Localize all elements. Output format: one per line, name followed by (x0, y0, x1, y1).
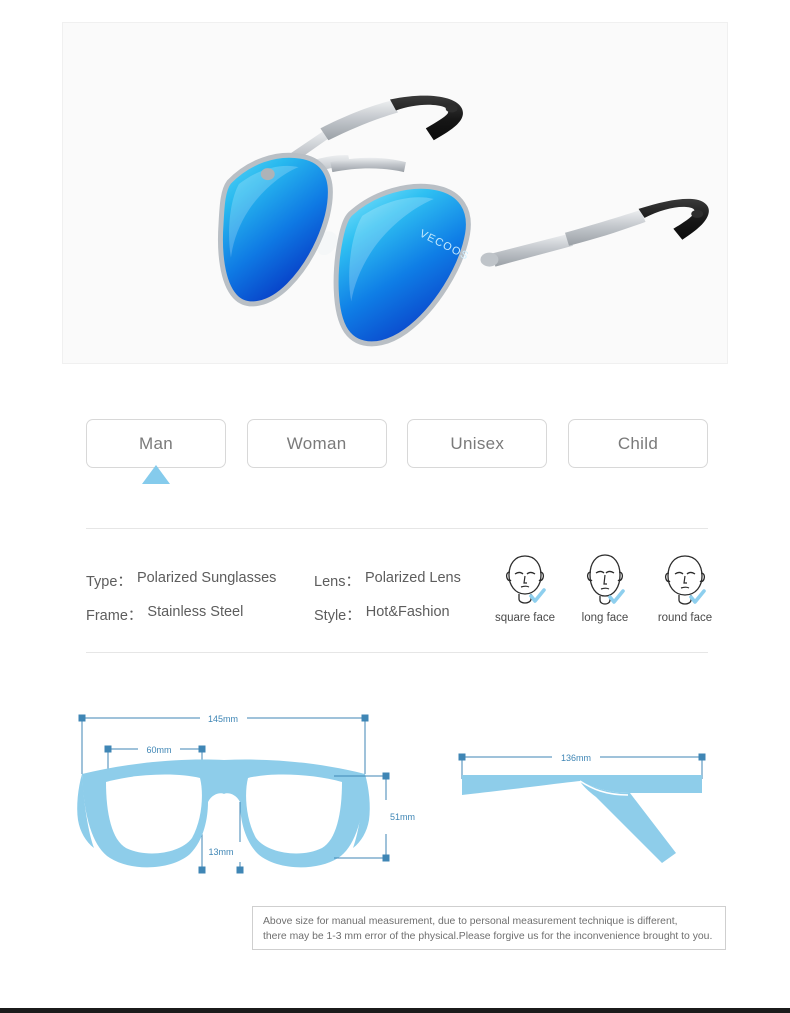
spec-type-value: Polarized Sunglasses (136, 570, 277, 586)
gender-tabs: Man Woman Unisex Child (86, 419, 708, 484)
dimension-bridge: 13mm (208, 847, 233, 857)
tab-child-label: Child (617, 433, 659, 453)
face-shape-round-label: round face (657, 612, 713, 624)
dimension-temple-length: 136mm (561, 753, 591, 763)
face-shape-round: round face (649, 552, 721, 624)
dimension-lens-height: 51mm (390, 812, 415, 822)
page-bottom-bar (0, 1008, 790, 1013)
disclaimer-line-1: Above size for manual measurement, due t… (263, 916, 678, 927)
dimension-total-width: 145mm (208, 714, 238, 724)
spec-frame-key: Frame： (86, 608, 143, 624)
spec-row: Type： Polarized Sunglasses Lens： Polariz… (86, 570, 506, 591)
face-shape-list: square face long face round face (489, 552, 721, 624)
sunglasses-product-image: VECOOS (63, 23, 727, 363)
tab-woman-label: Woman (286, 433, 347, 453)
face-shape-long: long face (569, 552, 641, 624)
active-tab-pointer-icon (142, 465, 170, 484)
spec-type: Type： Polarized Sunglasses (86, 570, 314, 591)
divider-bottom (86, 652, 708, 653)
spec-type-key: Type： (86, 574, 132, 590)
spec-style-value: Hot&Fashion (365, 604, 450, 620)
spec-style-key: Style： (314, 608, 361, 624)
tab-unisex[interactable]: Unisex (407, 419, 548, 468)
product-image-panel: VECOOS (62, 22, 728, 364)
tab-unisex-label: Unisex (450, 433, 505, 453)
tab-man[interactable]: Man (86, 419, 226, 484)
spec-row: Frame： Stainless Steel Style： Hot&Fashio… (86, 604, 506, 625)
dimension-lens-span: 60mm (146, 745, 171, 755)
spec-lens-value: Polarized Lens (364, 570, 461, 586)
measurement-disclaimer: Above size for manual measurement, due t… (252, 906, 726, 950)
specification-list: Type： Polarized Sunglasses Lens： Polariz… (86, 570, 506, 638)
disclaimer-line-2: there may be 1-3 mm error of the physica… (263, 931, 713, 942)
round-face-icon (664, 555, 706, 605)
spec-lens: Lens： Polarized Lens (314, 570, 461, 591)
face-shape-long-label: long face (581, 612, 629, 624)
spec-frame: Frame： Stainless Steel (86, 604, 314, 625)
face-shape-square: square face (489, 552, 561, 624)
front-measurement-diagram: 145mm 60mm 51mm 13mm (72, 702, 422, 892)
tab-man-label: Man (139, 433, 173, 453)
long-face-icon (586, 554, 625, 605)
temple-measurement-diagram: 136mm (440, 735, 730, 875)
front-dimensions-svg: 145mm 60mm 51mm 13mm (77, 714, 415, 874)
face-shape-square-label: square face (494, 612, 556, 624)
spec-lens-key: Lens： (314, 574, 360, 590)
tab-child[interactable]: Child (567, 419, 708, 468)
spec-frame-value: Stainless Steel (147, 604, 244, 620)
tab-woman[interactable]: Woman (246, 419, 387, 468)
spec-style: Style： Hot&Fashion (314, 604, 450, 625)
temple-dimensions-svg: 136mm (458, 753, 706, 863)
square-face-icon (505, 555, 546, 604)
divider-top (86, 528, 708, 529)
